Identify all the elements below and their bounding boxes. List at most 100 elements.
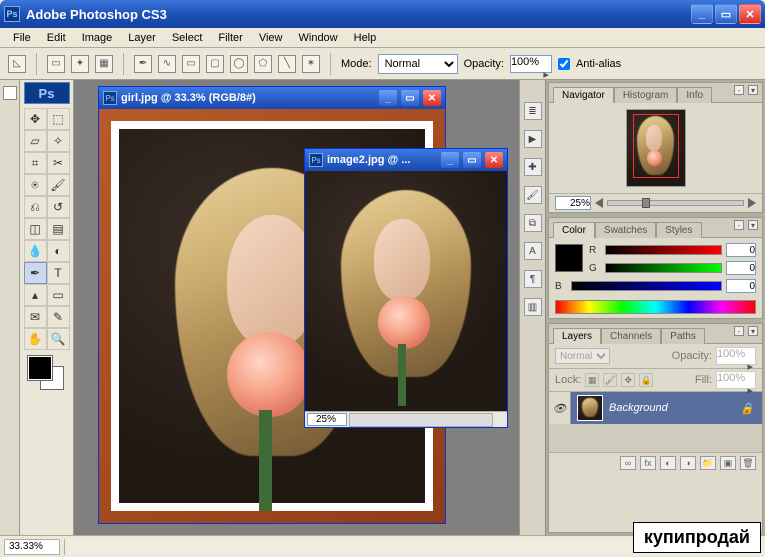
layer-fill-input[interactable]: 100% [716, 371, 756, 389]
menu-image[interactable]: Image [75, 30, 120, 46]
navigator-viewport-box[interactable] [633, 114, 679, 178]
gradient-tool[interactable]: ▤ [47, 218, 70, 240]
marquee-tool[interactable]: ⬚ [47, 108, 70, 130]
lock-pixels-icon[interactable]: 🖌 [603, 373, 617, 387]
menu-filter[interactable]: Filter [211, 30, 249, 46]
rectangle-shape-icon[interactable]: ▭ [182, 55, 200, 73]
menu-select[interactable]: Select [165, 30, 210, 46]
link-layers-icon[interactable]: ∞ [620, 456, 636, 470]
brushes-dock-icon[interactable]: 🖌 [524, 186, 542, 204]
polygon-shape-icon[interactable]: ⬠ [254, 55, 272, 73]
gutter-icon[interactable] [3, 86, 17, 100]
zoom-tool[interactable]: 🔍 [47, 328, 70, 350]
blend-mode-select[interactable]: Normal [378, 54, 458, 74]
menu-file[interactable]: File [6, 30, 38, 46]
rounded-rect-icon[interactable]: ▢ [206, 55, 224, 73]
shape-layers-icon[interactable]: ▭ [47, 55, 65, 73]
navigator-zoom-input[interactable] [555, 196, 591, 210]
slice-tool[interactable]: ✂ [47, 152, 70, 174]
doc1-close-button[interactable]: ✕ [423, 90, 441, 106]
foreground-color-swatch[interactable] [28, 356, 52, 380]
color-g-slider[interactable] [605, 263, 722, 273]
color-spectrum[interactable] [555, 300, 756, 314]
tool-presets-dock-icon[interactable]: ✚ [524, 158, 542, 176]
layer-thumbnail[interactable] [577, 395, 603, 421]
opacity-input[interactable]: 100% [510, 55, 552, 73]
layer-blend-select[interactable]: Normal [555, 348, 610, 364]
paths-icon[interactable]: ✦ [71, 55, 89, 73]
character-dock-icon[interactable]: A [524, 242, 542, 260]
layer-group-icon[interactable]: 📁 [700, 456, 716, 470]
panel-menu-icon[interactable]: ▾ [748, 326, 758, 336]
layer-comps-dock-icon[interactable]: ▥ [524, 298, 542, 316]
doc2-zoom-field[interactable]: 25% [307, 413, 347, 426]
doc1-minimize-button[interactable]: _ [379, 90, 397, 106]
clone-source-dock-icon[interactable]: ⧉ [524, 214, 542, 232]
wand-tool[interactable]: ✧ [47, 130, 70, 152]
paragraph-dock-icon[interactable]: ¶ [524, 270, 542, 288]
custom-shape-icon[interactable]: ✶ [302, 55, 320, 73]
menu-layer[interactable]: Layer [121, 30, 163, 46]
panel-collapse-icon[interactable]: - [734, 326, 744, 336]
color-r-input[interactable] [726, 243, 756, 257]
tab-color[interactable]: Color [553, 222, 595, 238]
doc2-hscroll[interactable] [349, 413, 493, 427]
panel-menu-icon[interactable]: ▾ [748, 85, 758, 95]
tab-swatches[interactable]: Swatches [595, 222, 656, 238]
antialias-checkbox[interactable] [558, 58, 570, 70]
doc1-maximize-button[interactable]: ▭ [401, 90, 419, 106]
tab-channels[interactable]: Channels [601, 328, 661, 344]
layer-style-icon[interactable]: fx [640, 456, 656, 470]
doc2-canvas[interactable] [305, 171, 507, 411]
eyedropper-tool[interactable]: ✎ [47, 306, 70, 328]
layer-mask-icon[interactable]: ◐ [660, 456, 676, 470]
menu-edit[interactable]: Edit [40, 30, 73, 46]
notes-tool[interactable]: ✉ [24, 306, 47, 328]
blur-tool[interactable]: 💧 [24, 240, 47, 262]
tab-paths[interactable]: Paths [661, 328, 705, 344]
navigator-zoom-out-icon[interactable] [595, 198, 603, 208]
actions-dock-icon[interactable]: ▶ [524, 130, 542, 148]
lock-all-icon[interactable]: 🔒 [639, 373, 653, 387]
tab-styles[interactable]: Styles [656, 222, 701, 238]
tab-navigator[interactable]: Navigator [553, 87, 614, 103]
layer-visibility-icon[interactable]: 👁 [549, 392, 571, 424]
stamp-tool[interactable]: ⎌ [24, 196, 47, 218]
menu-window[interactable]: Window [292, 30, 345, 46]
doc2-minimize-button[interactable]: _ [441, 152, 459, 168]
tab-layers[interactable]: Layers [553, 328, 601, 344]
type-tool[interactable]: T [47, 262, 70, 284]
doc2-maximize-button[interactable]: ▭ [463, 152, 481, 168]
doc2-close-button[interactable]: ✕ [485, 152, 503, 168]
color-foreground-swatch[interactable] [555, 244, 583, 272]
fill-pixels-icon[interactable]: ▦ [95, 55, 113, 73]
dodge-tool[interactable]: ◐ [47, 240, 70, 262]
layer-opacity-input[interactable]: 100% [716, 347, 756, 365]
window-minimize-button[interactable]: _ [691, 4, 713, 24]
history-dock-icon[interactable]: ≣ [524, 102, 542, 120]
layer-row-background[interactable]: 👁 Background 🔒 [549, 392, 762, 424]
lock-position-icon[interactable]: ✥ [621, 373, 635, 387]
menu-view[interactable]: View [252, 30, 290, 46]
freeform-pen-icon[interactable]: ∿ [158, 55, 176, 73]
window-maximize-button[interactable]: ▭ [715, 4, 737, 24]
panel-collapse-icon[interactable]: - [734, 220, 744, 230]
tab-histogram[interactable]: Histogram [614, 87, 678, 103]
menu-help[interactable]: Help [347, 30, 384, 46]
window-close-button[interactable]: ✕ [739, 4, 761, 24]
adjustment-layer-icon[interactable]: ◑ [680, 456, 696, 470]
color-swatches-tool[interactable] [24, 356, 70, 394]
lasso-tool[interactable]: ▱ [24, 130, 47, 152]
pen-icon[interactable]: ✒ [134, 55, 152, 73]
color-b-slider[interactable] [571, 281, 722, 291]
path-select-tool[interactable]: ▴ [24, 284, 47, 306]
line-shape-icon[interactable]: ╲ [278, 55, 296, 73]
color-r-slider[interactable] [605, 245, 722, 255]
ellipse-shape-icon[interactable]: ◯ [230, 55, 248, 73]
color-b-input[interactable] [726, 279, 756, 293]
navigator-zoom-slider[interactable] [607, 200, 744, 206]
navigator-zoom-in-icon[interactable] [748, 198, 756, 208]
color-g-input[interactable] [726, 261, 756, 275]
new-layer-icon[interactable]: ▣ [720, 456, 736, 470]
shape-tool[interactable]: ▭ [47, 284, 70, 306]
